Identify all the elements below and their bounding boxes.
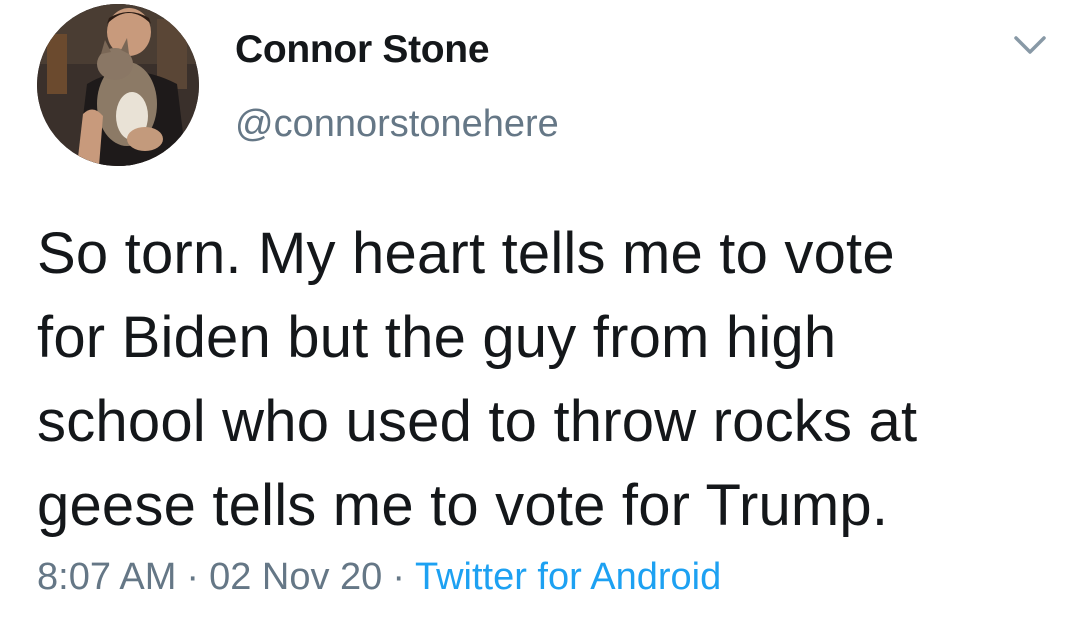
source-link[interactable]: Twitter for Android bbox=[415, 556, 721, 598]
meta-separator: · bbox=[186, 556, 200, 598]
tweet-time[interactable]: 8:07 AM bbox=[37, 556, 176, 598]
tweet-text-line: for Biden but the guy from high bbox=[37, 305, 837, 370]
tweet-text-line: So torn. My heart tells me to vote bbox=[37, 221, 895, 286]
avatar[interactable] bbox=[37, 4, 199, 166]
tweet-text: So torn. My heart tells me to vote for B… bbox=[37, 212, 1057, 548]
tweet-text-line: school who used to throw rocks at bbox=[37, 389, 918, 454]
chevron-down-icon[interactable] bbox=[1010, 30, 1050, 60]
tweet-date[interactable]: 02 Nov 20 bbox=[209, 556, 382, 598]
tweet-card: Connor Stone @connorstonehere So torn. M… bbox=[0, 0, 1080, 641]
avatar-photo bbox=[37, 4, 199, 166]
display-name[interactable]: Connor Stone bbox=[235, 28, 490, 72]
user-handle[interactable]: @connorstonehere bbox=[235, 103, 559, 146]
tweet-text-line: geese tells me to vote for Trump. bbox=[37, 473, 889, 538]
tweet-meta: 8:07 AM · 02 Nov 20 · Twitter for Android bbox=[37, 556, 721, 599]
meta-separator: · bbox=[392, 556, 405, 598]
